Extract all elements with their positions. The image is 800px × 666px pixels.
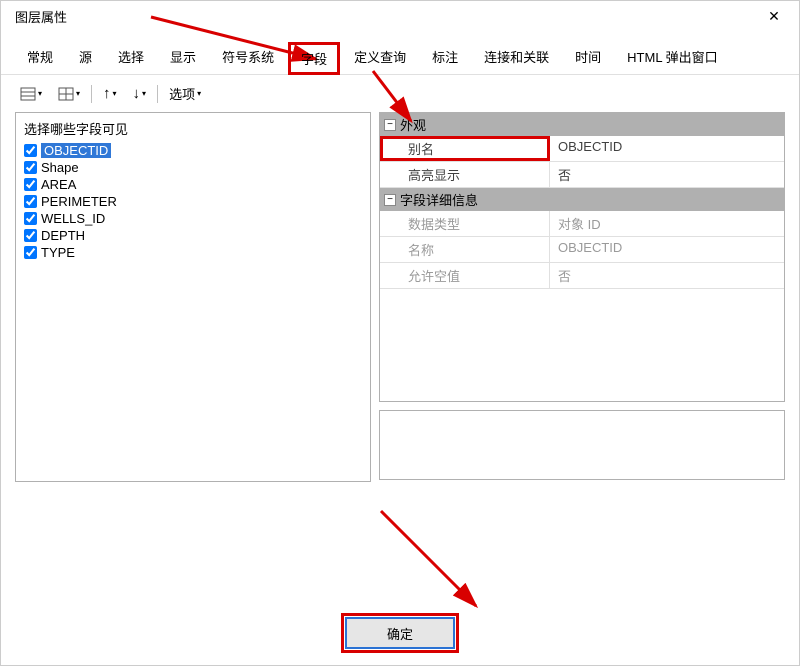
fields-list-title: 选择哪些字段可见 [24,119,364,138]
tab-源[interactable]: 源 [67,41,104,74]
toolbar-separator [91,85,92,103]
field-item[interactable]: TYPE [22,244,364,261]
caret-icon: ▾ [38,89,42,98]
toolbar-separator [157,85,158,103]
field-checkbox[interactable] [24,178,37,191]
field-item[interactable]: OBJECTID [22,142,364,159]
group-detail-label: 字段详细信息 [400,190,478,209]
field-checkbox[interactable] [24,212,37,225]
toolbar: ▾ ▾ ↑ ▾ ↓ ▾ 选项 ▾ [1,75,799,112]
property-value: 否 [550,263,784,288]
property-name: 数据类型 [380,211,550,236]
property-row[interactable]: 名称OBJECTID [380,237,784,263]
table-icon [58,86,74,102]
property-row[interactable]: 数据类型对象 ID [380,211,784,237]
list-icon [20,86,36,102]
tab-标注[interactable]: 标注 [420,41,470,74]
property-name: 名称 [380,237,550,262]
field-item[interactable]: DEPTH [22,227,364,244]
field-list-button[interactable]: ▾ [15,83,47,105]
field-label: AREA [41,177,76,192]
field-label: Shape [41,160,79,175]
field-item[interactable]: Shape [22,159,364,176]
ok-label: 确定 [387,624,413,643]
tab-时间[interactable]: 时间 [563,41,613,74]
tab-选择[interactable]: 选择 [106,41,156,74]
annotation-arrow [381,511,501,621]
tab-符号系统[interactable]: 符号系统 [210,41,286,74]
tab-label: 符号系统 [222,50,274,65]
fields-list-pane: 选择哪些字段可见 OBJECTID Shape AREA PERIMETER WELLS… [15,112,371,482]
tab-label: 常规 [27,50,53,65]
tab-label: 定义查询 [354,50,406,65]
titlebar: 图层属性 ✕ [1,1,799,31]
ok-button[interactable]: 确定 [345,617,455,649]
tab-label: 时间 [575,50,601,65]
field-item[interactable]: PERIMETER [22,193,364,210]
close-icon: ✕ [768,8,780,25]
footer: 确定 [1,617,799,649]
tab-label: 标注 [432,50,458,65]
options-label: 选项 [169,84,195,103]
property-value: 对象 ID [550,211,784,236]
tab-label: HTML 弹出窗口 [627,50,718,65]
collapse-icon: − [384,119,396,131]
property-name: 允许空值 [380,263,550,288]
field-label: TYPE [41,245,75,260]
tab-定义查询[interactable]: 定义查询 [342,41,418,74]
dialog-title: 图层属性 [15,7,67,26]
right-wrap: − 外观 别名OBJECTID高亮显示否 − 字段详细信息 数据类型对象 ID名… [379,112,785,482]
close-button[interactable]: ✕ [759,1,789,31]
field-checkbox[interactable] [24,144,37,157]
field-table-button[interactable]: ▾ [53,83,85,105]
field-label: WELLS_ID [41,211,105,226]
move-up-button[interactable]: ↑ ▾ [98,82,122,105]
property-name: 高亮显示 [380,162,550,187]
tab-连接和关联[interactable]: 连接和关联 [472,41,561,74]
arrow-up-icon: ↑ [103,85,111,102]
field-label: DEPTH [41,228,85,243]
field-checkbox[interactable] [24,246,37,259]
options-button[interactable]: 选项 ▾ [164,81,206,106]
caret-icon: ▾ [76,89,80,98]
description-pane [379,410,785,480]
field-checkbox[interactable] [24,195,37,208]
caret-icon: ▾ [113,89,117,98]
group-detail-header[interactable]: − 字段详细信息 [380,188,784,211]
field-checkbox[interactable] [24,229,37,242]
field-item[interactable]: WELLS_ID [22,210,364,227]
property-value: 否 [550,162,784,187]
tab-label: 连接和关联 [484,50,549,65]
tab-label: 选择 [118,50,144,65]
field-item[interactable]: AREA [22,176,364,193]
field-label: PERIMETER [41,194,117,209]
arrow-down-icon: ↓ [133,85,141,102]
caret-icon: ▾ [197,89,201,98]
field-label: OBJECTID [41,143,111,158]
tab-常规[interactable]: 常规 [15,41,65,74]
group-appearance-header[interactable]: − 外观 [380,113,784,136]
tab-label: 显示 [170,50,196,65]
tab-label: 字段 [301,52,327,67]
content: 选择哪些字段可见 OBJECTID Shape AREA PERIMETER WELLS… [1,112,799,482]
properties-pane: − 外观 别名OBJECTID高亮显示否 − 字段详细信息 数据类型对象 ID名… [379,112,785,402]
property-row[interactable]: 别名OBJECTID [380,136,784,162]
tab-显示[interactable]: 显示 [158,41,208,74]
property-row[interactable]: 允许空值否 [380,263,784,289]
tabs: 常规 源 选择 显示 符号系统 字段 定义查询 标注 连接和关联 时间 HTML 弹出窗口 [1,31,799,75]
layer-properties-dialog: 图层属性 ✕ 常规 源 选择 显示 符号系统 字段 定义查询 标注 连接和关联 时间 HTML 弹出… [0,0,800,666]
tab-label: 源 [79,50,92,65]
group-appearance-label: 外观 [400,115,426,134]
caret-icon: ▾ [142,89,146,98]
tab-字段[interactable]: 字段 [288,42,340,75]
tab-HTML 弹出窗口[interactable]: HTML 弹出窗口 [615,41,730,74]
collapse-icon: − [384,194,396,206]
field-checkbox[interactable] [24,161,37,174]
property-value: OBJECTID [550,136,784,161]
property-value: OBJECTID [550,237,784,262]
move-down-button[interactable]: ↓ ▾ [128,82,152,105]
property-row[interactable]: 高亮显示否 [380,162,784,188]
property-name: 别名 [380,136,550,161]
